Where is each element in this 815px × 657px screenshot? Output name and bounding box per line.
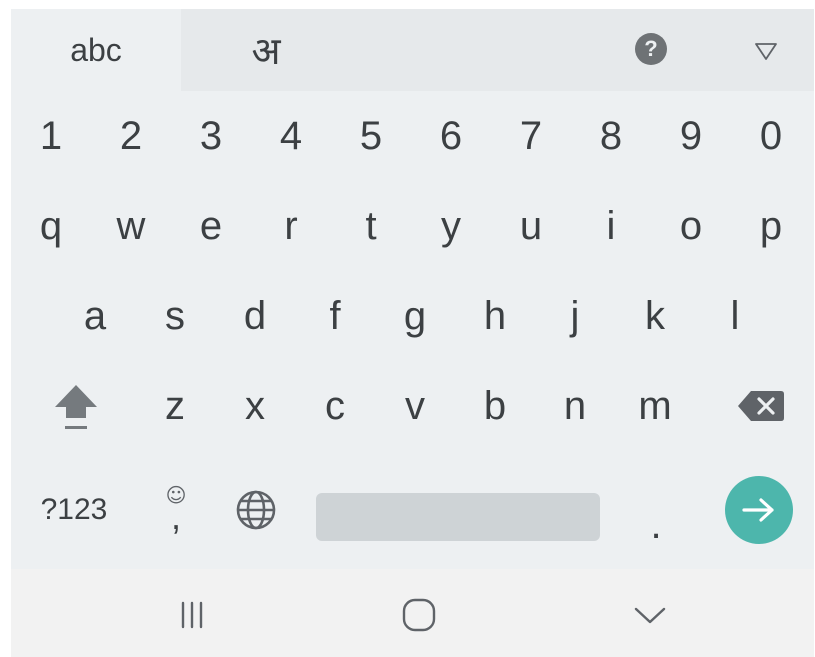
- key-s[interactable]: s: [135, 271, 215, 361]
- comma-key[interactable]: ☺ ,: [141, 451, 211, 569]
- tab-abc[interactable]: abc: [11, 9, 181, 91]
- shift-key[interactable]: [31, 361, 121, 451]
- key-1[interactable]: 1: [11, 91, 91, 181]
- keyboard: abc अ ? 1 2 3 4 5 6 7 8 9 0 q w e r t y …: [11, 9, 814, 569]
- keyboard-topbar: abc अ ?: [11, 9, 814, 91]
- key-p[interactable]: p: [731, 181, 811, 271]
- key-k[interactable]: k: [615, 271, 695, 361]
- system-navbar: [11, 569, 814, 657]
- key-m[interactable]: m: [615, 361, 695, 451]
- key-r[interactable]: r: [251, 181, 331, 271]
- key-h[interactable]: h: [455, 271, 535, 361]
- key-f[interactable]: f: [295, 271, 375, 361]
- key-u[interactable]: u: [491, 181, 571, 271]
- key-3[interactable]: 3: [171, 91, 251, 181]
- enter-button[interactable]: [725, 476, 793, 544]
- key-b[interactable]: b: [455, 361, 535, 451]
- key-o[interactable]: o: [651, 181, 731, 271]
- period-key[interactable]: .: [626, 451, 686, 569]
- space-bar[interactable]: [316, 493, 600, 541]
- function-row: ?123 ☺ , .: [11, 451, 814, 569]
- comma-label: ,: [170, 496, 181, 537]
- key-y[interactable]: y: [411, 181, 491, 271]
- recent-apps-button[interactable]: [162, 587, 222, 643]
- shift-arrow-icon: [55, 385, 97, 429]
- key-d[interactable]: d: [215, 271, 295, 361]
- key-z[interactable]: z: [135, 361, 215, 451]
- symbols-key[interactable]: ?123: [29, 451, 119, 569]
- key-l[interactable]: l: [695, 271, 775, 361]
- recent-apps-icon: [181, 601, 203, 629]
- triangle-down-icon: [755, 43, 777, 60]
- back-button[interactable]: [620, 587, 680, 643]
- key-t[interactable]: t: [331, 181, 411, 271]
- key-c[interactable]: c: [295, 361, 375, 451]
- number-row: 1 2 3 4 5 6 7 8 9 0: [11, 91, 814, 181]
- comma-emoji-group: ☺ ,: [166, 485, 187, 535]
- key-6[interactable]: 6: [411, 91, 491, 181]
- key-9[interactable]: 9: [651, 91, 731, 181]
- key-v[interactable]: v: [375, 361, 455, 451]
- home-button[interactable]: [389, 587, 449, 643]
- key-4[interactable]: 4: [251, 91, 331, 181]
- backspace-key[interactable]: [711, 361, 811, 451]
- key-0[interactable]: 0: [731, 91, 811, 181]
- key-n[interactable]: n: [535, 361, 615, 451]
- arrow-right-icon: [742, 498, 774, 522]
- chevron-down-icon: [634, 607, 666, 624]
- key-5[interactable]: 5: [331, 91, 411, 181]
- bottom-letter-row: z x c v b n m: [11, 361, 814, 451]
- question-circle-icon: ?: [644, 36, 658, 61]
- language-switch-key[interactable]: [221, 451, 291, 569]
- globe-icon: [236, 490, 276, 530]
- key-w[interactable]: w: [91, 181, 171, 271]
- key-8[interactable]: 8: [571, 91, 651, 181]
- key-a[interactable]: a: [55, 271, 135, 361]
- key-g[interactable]: g: [375, 271, 455, 361]
- key-e[interactable]: e: [171, 181, 251, 271]
- backspace-icon: [738, 391, 784, 421]
- collapse-keyboard-button[interactable]: [746, 31, 786, 71]
- key-q[interactable]: q: [11, 181, 91, 271]
- key-2[interactable]: 2: [91, 91, 171, 181]
- key-x[interactable]: x: [215, 361, 295, 451]
- tab-hindi[interactable]: अ: [216, 9, 316, 91]
- key-i[interactable]: i: [571, 181, 651, 271]
- qwerty-row: q w e r t y u i o p: [11, 181, 814, 271]
- home-row: a s d f g h j k l: [11, 271, 814, 361]
- help-button[interactable]: ?: [635, 33, 667, 65]
- home-icon: [402, 598, 436, 632]
- key-j[interactable]: j: [535, 271, 615, 361]
- key-7[interactable]: 7: [491, 91, 571, 181]
